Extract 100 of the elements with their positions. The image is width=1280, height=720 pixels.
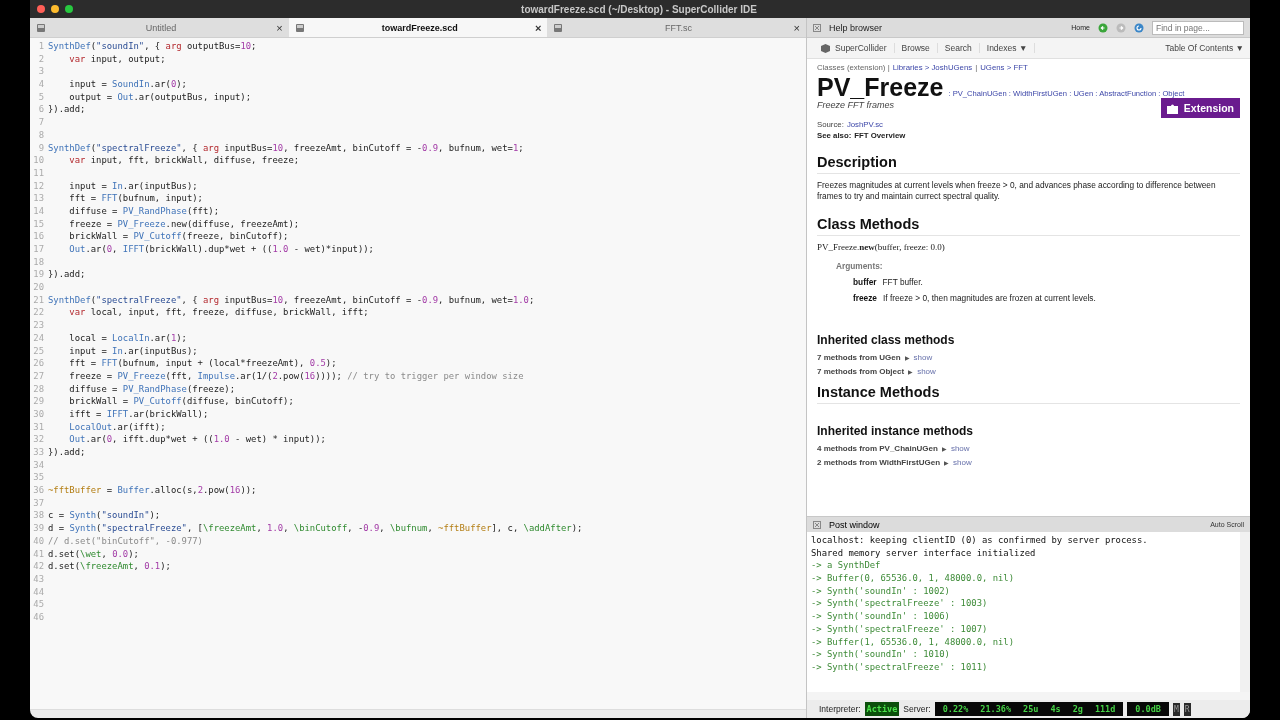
reload-icon[interactable] bbox=[1134, 22, 1144, 33]
toc-menu[interactable]: Table Of Contents ▼ bbox=[1165, 43, 1244, 53]
interpreter-label: Interpreter: bbox=[819, 704, 861, 714]
show-link[interactable]: show bbox=[953, 458, 972, 467]
line-number: 6 bbox=[37, 103, 45, 117]
find-field[interactable]: Find in page... bbox=[1152, 20, 1244, 35]
post-line: localhost: keeping clientID (0) as confirmed by server process. bbox=[811, 534, 1149, 547]
code-line: var input, output; bbox=[69, 52, 166, 66]
line-number: 8 bbox=[37, 128, 45, 142]
volume-readout[interactable]: 0.0dB bbox=[1127, 702, 1169, 716]
line-number: 7 bbox=[37, 116, 45, 129]
line-number: 34 bbox=[32, 458, 45, 472]
line-number: 26 bbox=[32, 357, 45, 370]
code-line: SynthDef("spectralFreeze", { arg inputBus=10, freezeAmt, binCutoff = -0.9, bufnum, wet=1.0; bbox=[48, 293, 535, 307]
code-line: diffuse = PV_RandPhase(freeze); bbox=[69, 382, 235, 396]
line-number: 23 bbox=[32, 319, 45, 332]
post-line: -> Synth('spectralFreeze' : 1003) bbox=[811, 597, 989, 611]
file-icon bbox=[36, 22, 46, 33]
code-line: ifft = IFFT.ar(brickWall); bbox=[69, 407, 209, 421]
editor-tab[interactable]: towardFreeze.scd × bbox=[288, 18, 548, 37]
code-line: Out.ar(0, IFFT(brickWall).dup*wet + ((1.0 - wet)*input)); bbox=[69, 243, 374, 256]
inherited-methods-text: 7 methods from Object bbox=[817, 367, 905, 376]
post-line: -> Synth('spectralFreeze' : 1011) bbox=[811, 660, 989, 674]
file-icon bbox=[294, 22, 305, 33]
line-number: 3 bbox=[37, 65, 45, 79]
post-line: -> Buffer(0, 65536.0, 1, 48000.0, nil) bbox=[811, 572, 1016, 585]
show-link[interactable]: show bbox=[913, 353, 933, 362]
line-number: 27 bbox=[32, 369, 45, 383]
post-line: -> a SynthDef bbox=[811, 559, 882, 573]
line-number: 9 bbox=[37, 141, 45, 155]
extension-badge[interactable]: Extension bbox=[1160, 98, 1240, 118]
line-number: 43 bbox=[32, 572, 45, 586]
line-number: 35 bbox=[32, 471, 45, 485]
undock-icon[interactable] bbox=[813, 23, 821, 32]
line-number: 29 bbox=[32, 395, 45, 408]
arguments-label: Arguments: bbox=[836, 261, 884, 271]
code-line: Out.ar(0, ifft.dup*wet + ((1.0 - wet) * input)); bbox=[69, 433, 326, 446]
section-heading: Inherited class methods bbox=[817, 333, 956, 347]
description-text: Freezes magnitudes at current levels when freeze > 0, and advances phase according to difference between frames to try and maintain currect spectral quality. bbox=[817, 180, 1217, 202]
line-number: 24 bbox=[32, 331, 45, 345]
section-heading: Instance Methods bbox=[817, 384, 1240, 404]
line-number: 16 bbox=[32, 230, 45, 243]
code-line: d = Synth("spectralFreeze", [\freezeAmt, 1.0, \binCutoff, -0.9, \bufnum, ~fftBuffer], c, \addAfter); bbox=[48, 522, 583, 535]
line-number: 5 bbox=[37, 90, 45, 104]
forward-icon[interactable] bbox=[1116, 22, 1126, 33]
line-number: 33 bbox=[32, 446, 45, 459]
post-line: Shared memory server interface initialized bbox=[811, 546, 1037, 560]
code-line: input = In.ar(inputBus); bbox=[69, 344, 198, 358]
code-line: fft = FFT(bufnum, input + (local*freezeAmt), 0.5); bbox=[69, 357, 337, 370]
line-number: 37 bbox=[32, 496, 45, 510]
line-number: 25 bbox=[32, 344, 45, 358]
toolbar-link[interactable]: Search bbox=[937, 43, 980, 53]
code-line: }).add; bbox=[48, 268, 86, 282]
code-line: var local, input, fft, freeze, diffuse, brickWall, ifft; bbox=[69, 306, 369, 320]
line-number: 1 bbox=[37, 40, 45, 53]
post-line: -> Synth('soundIn' : 1010) bbox=[811, 648, 951, 661]
post-line: -> Synth('soundIn' : 1006) bbox=[811, 610, 951, 623]
line-number: 19 bbox=[32, 268, 45, 282]
line-number: 15 bbox=[32, 217, 45, 231]
line-number: 39 bbox=[32, 522, 45, 535]
code-line: brickWall = PV_Cutoff(freeze, binCutoff); bbox=[69, 230, 289, 243]
show-link[interactable]: show bbox=[917, 367, 936, 376]
toolbar-link[interactable]: Browse bbox=[894, 43, 938, 53]
file-icon bbox=[553, 22, 564, 33]
undock-icon[interactable] bbox=[813, 520, 821, 529]
toolbar-link[interactable]: Indexes ▼ bbox=[979, 43, 1036, 53]
code-line: // d.set("binCutoff", -0.977) bbox=[48, 534, 203, 548]
record-button[interactable]: R bbox=[1183, 702, 1191, 716]
argument-name: freeze bbox=[853, 293, 877, 303]
method-signature: PV_Freeze.new(buffer, freeze: 0.0) bbox=[817, 242, 946, 252]
home-link[interactable]: SuperCollider bbox=[813, 43, 895, 53]
line-number: 13 bbox=[32, 192, 45, 205]
post-line: -> Buffer(1, 65536.0, 1, 48000.0, nil) bbox=[811, 635, 1016, 649]
argument-description: FFT buffer. bbox=[882, 277, 923, 287]
interpreter-status[interactable]: Active bbox=[864, 702, 900, 716]
inherited-methods-text: 7 methods from UGen bbox=[817, 353, 901, 362]
class-summary: Freeze FFT frames bbox=[817, 100, 894, 110]
line-number: 20 bbox=[32, 281, 45, 294]
line-number: 12 bbox=[32, 179, 45, 193]
code-line: d.set(\wet, 0.0); bbox=[48, 547, 139, 561]
code-line: input = SoundIn.ar(0); bbox=[69, 78, 187, 91]
code-line: ~fftBuffer = Buffer.alloc(s,2.pow(16)); bbox=[48, 484, 257, 497]
line-number: 42 bbox=[32, 560, 45, 573]
show-link[interactable]: show bbox=[950, 444, 970, 453]
mute-button[interactable]: M bbox=[1172, 702, 1180, 716]
section-heading: Inherited instance methods bbox=[817, 424, 975, 438]
line-number: 31 bbox=[32, 420, 45, 434]
server-status[interactable]: 0.22% 21.36% 25u 4s 2g 111d bbox=[934, 702, 1124, 716]
line-number: 30 bbox=[32, 407, 45, 421]
line-number: 2 bbox=[37, 52, 45, 66]
argument-name: buffer bbox=[853, 277, 877, 287]
line-number: 10 bbox=[32, 154, 45, 167]
panel-title: Help browser bbox=[829, 22, 883, 33]
back-icon[interactable] bbox=[1098, 22, 1108, 33]
logo-icon bbox=[820, 43, 831, 53]
code-line: local = LocalIn.ar(1); bbox=[69, 331, 187, 345]
line-number: 17 bbox=[32, 243, 45, 256]
code-line: input = In.ar(inputBus); bbox=[69, 179, 198, 193]
code-line: fft = FFT(bufnum, input); bbox=[69, 192, 203, 205]
section-heading: Description bbox=[817, 154, 1240, 174]
